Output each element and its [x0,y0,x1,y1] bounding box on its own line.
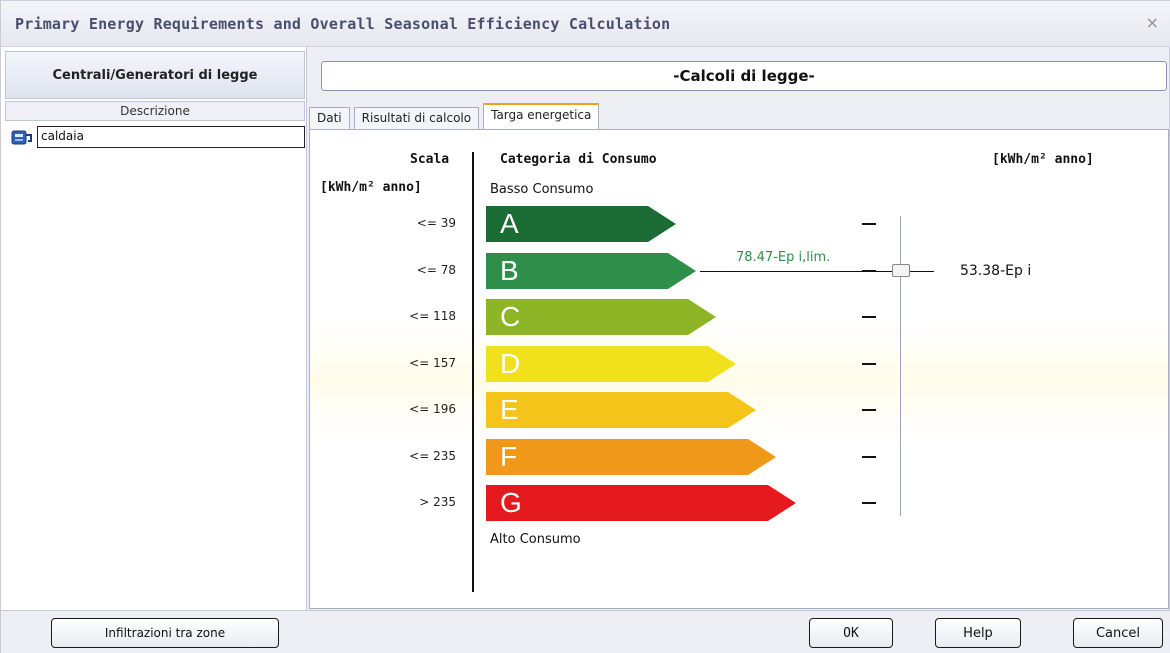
calculations-header: -Calcoli di legge- [321,61,1167,91]
scale-title: Scala [410,152,450,167]
cancel-button[interactable]: Cancel [1073,618,1163,648]
energy-class-letter: A [500,208,519,239]
class-tick-mark [862,455,876,458]
threshold-label: <= 196 [409,402,456,416]
energy-class-band-d: D [486,345,736,382]
threshold-label: <= 39 [416,216,456,230]
class-tick-mark [862,223,876,225]
scale-divider [472,152,474,592]
button-bar: Infiltrazioni tra zone OK Help Cancel [1,610,1170,653]
description-column-header[interactable]: Descrizione [5,101,305,121]
tab-targa-energetica[interactable]: Targa energetica [483,103,600,129]
threshold-label: <= 118 [409,309,456,323]
scale-unit: [kWh/m² anno] [320,180,422,195]
tab-dati[interactable]: Dati [309,107,350,129]
help-button[interactable]: Help [935,618,1021,648]
threshold-label: <= 78 [416,262,456,277]
class-tick-mark [862,362,876,365]
low-consumption-label: Basso Consumo [490,182,594,197]
energy-class-letter: D [500,347,521,379]
energy-class-band-f: F [486,438,776,475]
boiler-icon [11,128,33,146]
close-icon[interactable]: × [1146,13,1159,32]
value-axis-line [900,216,901,516]
energy-class-band-a: A [486,206,676,242]
category-title: Categoria di Consumo [500,152,657,167]
tree-item-caldaia[interactable]: caldaia [11,126,305,148]
tab-strip: Dati Risultati di calcolo Targa energeti… [309,103,603,129]
title-bar: Primary Energy Requirements and Overall … [1,1,1170,47]
value-label: 53.38-Ep i [960,263,1032,279]
dialog-window: Primary Energy Requirements and Overall … [0,0,1170,653]
infiltrations-button[interactable]: Infiltrazioni tra zone [51,618,279,648]
limit-value-label: 78.47-Ep i,lim. [736,250,831,265]
high-consumption-label: Alto Consumo [490,532,581,547]
unit-right-label: [kWh/m² anno] [992,152,1094,167]
class-tick-mark [862,409,876,411]
generators-header: Centrali/Generatori di legge [5,51,305,99]
energy-class-letter: G [500,487,522,518]
generators-panel: Centrali/Generatori di legge Descrizione… [1,47,307,610]
window-title: Primary Energy Requirements and Overall … [15,15,671,33]
class-tick-mark [862,502,876,504]
energy-class-letter: C [500,301,521,332]
energy-class-letter: B [500,254,519,286]
threshold-label: <= 235 [409,448,456,463]
threshold-label: <= 157 [409,355,456,370]
energy-label-panel: Scala [kWh/m² anno] Categoria di Consumo… [309,129,1169,609]
class-tick-mark [862,316,876,318]
value-slider-handle[interactable] [892,264,910,277]
energy-class-letter: E [500,394,519,425]
energy-class-band-b: B [486,252,696,289]
energy-class-band-c: C [486,299,716,335]
tab-risultati-di-calcolo[interactable]: Risultati di calcolo [353,107,480,129]
ok-button[interactable]: OK [809,618,893,648]
energy-class-band-g: G [486,485,796,521]
energy-class-band-e: E [486,392,756,428]
energy-class-letter: F [500,440,518,472]
tree-item-label: caldaia [37,126,305,148]
threshold-label: > 235 [419,495,456,509]
